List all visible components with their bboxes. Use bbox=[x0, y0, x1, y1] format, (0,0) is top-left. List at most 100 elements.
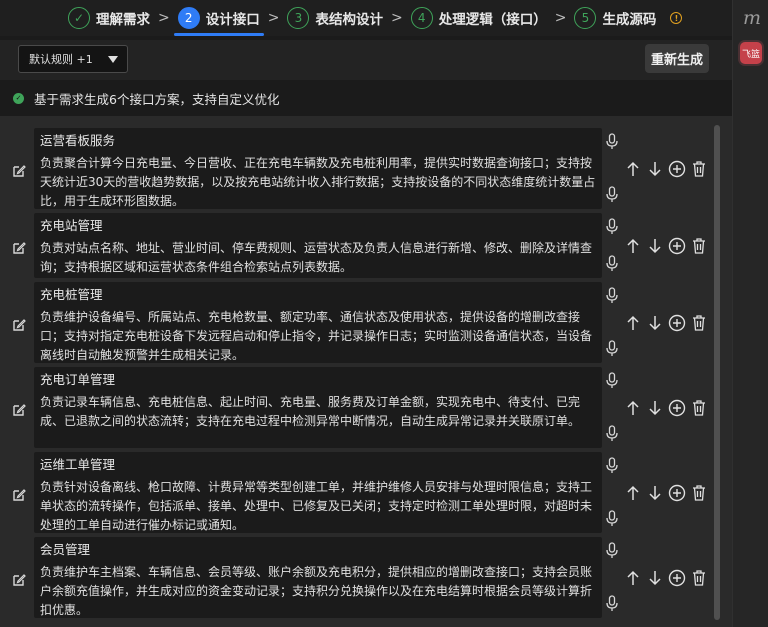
row-actions bbox=[624, 569, 708, 587]
interface-title: 充电订单管理 bbox=[40, 372, 116, 387]
chevron-right-icon: > bbox=[267, 10, 280, 26]
interface-row: 充电桩管理 负责维护设备编号、所属站点、充电枪数量、额定功率、通信状态及使用状态… bbox=[0, 282, 712, 367]
generation-notice: ✓ 基于需求生成6个接口方案，支持自定义优化 bbox=[0, 84, 732, 112]
interface-title: 运维工单管理 bbox=[40, 457, 116, 472]
description-mic-icon[interactable] bbox=[605, 255, 619, 272]
interface-description: 负责对站点名称、地址、营业时间、停车费规则、运营状态及负责人信息进行新增、修改、… bbox=[40, 241, 593, 274]
move-down-icon[interactable] bbox=[646, 314, 664, 332]
step-3-number: 3 bbox=[287, 7, 310, 29]
move-up-icon[interactable] bbox=[624, 484, 642, 502]
move-down-icon[interactable] bbox=[646, 484, 664, 502]
title-mic-icon[interactable] bbox=[605, 133, 619, 150]
row-actions bbox=[624, 237, 708, 255]
row-actions bbox=[624, 160, 708, 178]
stepper: ✓ 理解需求 > 2 设计接口 > 3 表结构设计 > 4 处理逻辑（接口） >… bbox=[0, 0, 732, 36]
rule-select-value: 默认规则 +1 bbox=[29, 53, 93, 66]
rule-select[interactable]: 默认规则 +1 bbox=[18, 45, 128, 73]
step-4-number: 4 bbox=[410, 7, 433, 29]
info-icon[interactable]: ! bbox=[670, 12, 683, 24]
move-up-icon[interactable] bbox=[624, 399, 642, 417]
chevron-right-icon: > bbox=[158, 10, 170, 26]
edit-icon[interactable] bbox=[12, 318, 26, 332]
app-logo[interactable]: m bbox=[743, 7, 761, 29]
move-up-icon[interactable] bbox=[624, 237, 642, 255]
description-mic-icon[interactable] bbox=[605, 595, 619, 612]
add-circle-icon[interactable] bbox=[668, 160, 686, 178]
description-mic-icon[interactable] bbox=[605, 340, 619, 357]
edit-icon[interactable] bbox=[12, 573, 26, 587]
right-rail: m 飞篮 bbox=[732, 0, 768, 627]
move-up-icon[interactable] bbox=[624, 314, 642, 332]
step-5-number: 5 bbox=[574, 7, 597, 29]
edit-icon[interactable] bbox=[12, 488, 26, 502]
chevron-right-icon: > bbox=[554, 10, 567, 26]
title-mic-icon[interactable] bbox=[605, 372, 619, 389]
interface-title: 运营看板服务 bbox=[40, 133, 116, 148]
interface-description: 负责聚合计算今日充电量、今日营收、正在充电车辆数及充电桩利用率，提供实时数据查询… bbox=[40, 156, 596, 208]
delete-icon[interactable] bbox=[690, 160, 708, 178]
edit-icon[interactable] bbox=[12, 164, 26, 178]
delete-icon[interactable] bbox=[690, 569, 708, 587]
interface-description: 负责维护车主档案、车辆信息、会员等级、账户余额及充电积分，提供相应的增删改查接口… bbox=[40, 565, 593, 617]
step-understand-requirements[interactable]: ✓ 理解需求 bbox=[68, 0, 150, 36]
interface-description: 负责针对设备离线、枪口故障、计费异常等类型创建工单，并维护维修人员安排与处理时限… bbox=[40, 480, 593, 532]
description-mic-icon[interactable] bbox=[605, 186, 619, 203]
add-circle-icon[interactable] bbox=[668, 314, 686, 332]
step-1-label: 理解需求 bbox=[96, 12, 150, 28]
interface-title: 充电站管理 bbox=[40, 218, 103, 233]
row-actions bbox=[624, 399, 708, 417]
add-circle-icon[interactable] bbox=[668, 237, 686, 255]
chevron-right-icon: > bbox=[390, 10, 403, 26]
add-circle-icon[interactable] bbox=[668, 399, 686, 417]
row-actions bbox=[624, 314, 708, 332]
move-up-icon[interactable] bbox=[624, 569, 642, 587]
step-4-label: 处理逻辑（接口） bbox=[438, 12, 547, 28]
delete-icon[interactable] bbox=[690, 314, 708, 332]
description-mic-icon[interactable] bbox=[605, 510, 619, 527]
interface-title: 会员管理 bbox=[40, 542, 91, 557]
interface-description: 负责记录车辆信息、充电桩信息、起止时间、充电量、服务费及订单金额，实现充电中、待… bbox=[40, 395, 581, 428]
title-mic-icon[interactable] bbox=[605, 287, 619, 304]
app-badge-icon[interactable]: 飞篮 bbox=[740, 42, 762, 64]
edit-icon[interactable] bbox=[12, 403, 26, 417]
title-mic-icon[interactable] bbox=[605, 542, 619, 559]
delete-icon[interactable] bbox=[690, 484, 708, 502]
interface-description: 负责维护设备编号、所属站点、充电枪数量、额定功率、通信状态及使用状态，提供设备的… bbox=[40, 310, 593, 362]
edit-icon[interactable] bbox=[12, 241, 26, 255]
interface-row: 充电订单管理 负责记录车辆信息、充电桩信息、起止时间、充电量、服务费及订单金额，… bbox=[0, 367, 712, 452]
add-circle-icon[interactable] bbox=[668, 484, 686, 502]
list-scrollbar[interactable] bbox=[714, 125, 720, 620]
row-actions bbox=[624, 484, 708, 502]
add-circle-icon[interactable] bbox=[668, 569, 686, 587]
regenerate-button[interactable]: 重新生成 bbox=[645, 44, 709, 73]
interface-card[interactable]: 充电桩管理 负责维护设备编号、所属站点、充电枪数量、额定功率、通信状态及使用状态… bbox=[34, 282, 602, 363]
step-table-design[interactable]: 3 表结构设计 bbox=[287, 0, 383, 36]
interface-row: 会员管理 负责维护车主档案、车辆信息、会员等级、账户余额及充电积分，提供相应的增… bbox=[0, 537, 712, 622]
move-down-icon[interactable] bbox=[646, 160, 664, 178]
interface-card[interactable]: 运营看板服务 负责聚合计算今日充电量、今日营收、正在充电车辆数及充电桩利用率，提… bbox=[34, 128, 602, 209]
move-down-icon[interactable] bbox=[646, 399, 664, 417]
interface-card[interactable]: 运维工单管理 负责针对设备离线、枪口故障、计费异常等类型创建工单，并维护维修人员… bbox=[34, 452, 602, 533]
delete-icon[interactable] bbox=[690, 399, 708, 417]
step-1-check-icon: ✓ bbox=[68, 7, 90, 29]
step-generate-source[interactable]: 5 生成源码 bbox=[574, 0, 656, 36]
interface-row: 运营看板服务 负责聚合计算今日充电量、今日营收、正在充电车辆数及充电桩利用率，提… bbox=[0, 128, 712, 213]
move-up-icon[interactable] bbox=[624, 160, 642, 178]
move-down-icon[interactable] bbox=[646, 237, 664, 255]
notice-text: 基于需求生成6个接口方案，支持自定义优化 bbox=[34, 91, 280, 107]
toolbar: 默认规则 +1 重新生成 bbox=[0, 40, 732, 80]
caret-down-icon bbox=[108, 56, 118, 63]
title-mic-icon[interactable] bbox=[605, 218, 619, 235]
step-processing-logic[interactable]: 4 处理逻辑（接口） bbox=[410, 0, 547, 36]
interface-row: 运维工单管理 负责针对设备离线、枪口故障、计费异常等类型创建工单，并维护维修人员… bbox=[0, 452, 712, 537]
interface-card[interactable]: 会员管理 负责维护车主档案、车辆信息、会员等级、账户余额及充电积分，提供相应的增… bbox=[34, 537, 602, 618]
interface-card[interactable]: 充电订单管理 负责记录车辆信息、充电桩信息、起止时间、充电量、服务费及订单金额，… bbox=[34, 367, 602, 448]
success-check-icon: ✓ bbox=[13, 92, 24, 104]
description-mic-icon[interactable] bbox=[605, 425, 619, 442]
interface-card[interactable]: 充电站管理 负责对站点名称、地址、营业时间、停车费规则、运营状态及负责人信息进行… bbox=[34, 213, 602, 278]
interface-title: 充电桩管理 bbox=[40, 287, 103, 302]
step-design-interface[interactable]: 2 设计接口 bbox=[173, 0, 264, 36]
title-mic-icon[interactable] bbox=[605, 457, 619, 474]
delete-icon[interactable] bbox=[690, 237, 708, 255]
move-down-icon[interactable] bbox=[646, 569, 664, 587]
